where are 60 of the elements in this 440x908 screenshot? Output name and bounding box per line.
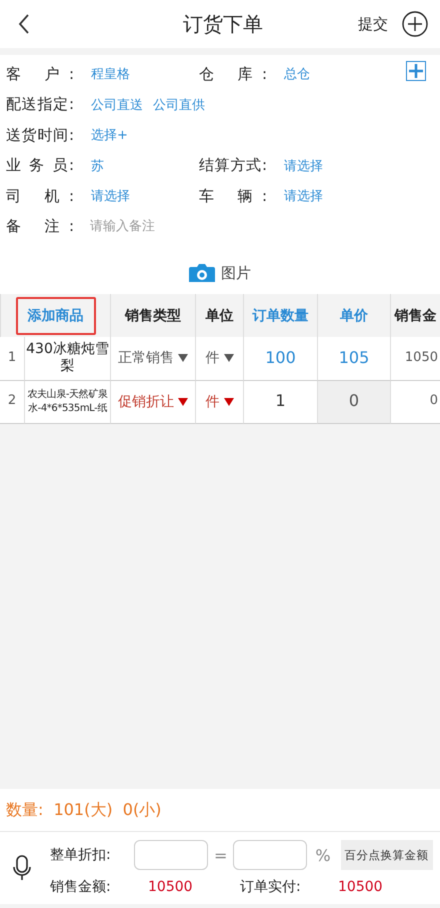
add-icon[interactable] (402, 11, 428, 37)
field-label: 配送指定: (6, 95, 74, 114)
column-header: 销售类型 (125, 306, 181, 324)
quantity-value[interactable]: 100 (265, 348, 296, 369)
sales-amount-value: 10500 (148, 879, 194, 895)
add-product-link[interactable]: 添加商品 (16, 296, 96, 334)
sales-amount-label: 销售金额: (50, 878, 112, 896)
submit-button[interactable]: 提交 (358, 14, 402, 34)
discount-amount-input[interactable] (134, 840, 208, 870)
column-header: 销售金 (394, 306, 436, 324)
page-title: 订货下单 (183, 10, 263, 38)
column-header: 单价 (340, 306, 368, 324)
field-label: 送货时间: (6, 126, 74, 145)
microphone-icon[interactable] (12, 855, 32, 881)
caret-icon (178, 354, 188, 362)
field-value[interactable]: 程皇格 (91, 65, 130, 84)
field-label: 车 辆: (199, 186, 267, 206)
discount-percent-input[interactable] (233, 840, 308, 870)
quantity-value[interactable]: 1 (275, 391, 286, 412)
amount-value: 1050 (404, 350, 438, 367)
option-link[interactable]: 公司直供 (153, 96, 205, 114)
paid-amount-value: 10500 (338, 879, 384, 895)
discount-label: 整单折扣: (50, 846, 112, 864)
camera-icon[interactable] (189, 262, 215, 284)
equals-sign: = (214, 846, 228, 864)
field-label: 业 务 员: (6, 156, 74, 176)
field-value[interactable]: 请选择 (284, 156, 323, 175)
field-label: 结算方式: (199, 156, 267, 176)
sale-type-select[interactable]: 正常销售 (118, 349, 188, 368)
percent-sign: % (315, 846, 331, 864)
field-label: 客 户: (6, 64, 74, 84)
field-label: 仓 库: (199, 64, 267, 84)
field-value[interactable]: 请选择 (284, 187, 323, 206)
column-header: 订单数量 (252, 306, 308, 324)
column-header: 单位 (206, 306, 234, 324)
product-name: 农夫山泉-天然矿泉水-4*6*535mL-纸 (26, 388, 108, 416)
row-number: 1 (8, 350, 16, 367)
price-value[interactable]: 0 (348, 391, 360, 412)
field-value[interactable]: 苏 (91, 156, 104, 175)
amount-value: 0 (430, 393, 438, 410)
back-icon[interactable] (18, 14, 30, 34)
convert-button[interactable]: 百分点换算金额 (340, 840, 433, 870)
field-label: 备 注: (6, 217, 74, 236)
field-label: 司 机: (6, 186, 74, 206)
row-number: 2 (8, 393, 16, 410)
quantity-summary: 数量: 101(大) 0(小) (6, 800, 162, 820)
paid-amount-label: 订单实付: (240, 878, 302, 896)
caret-icon (224, 354, 234, 362)
option-link[interactable]: 公司直送 (91, 96, 143, 114)
caret-icon (178, 398, 188, 406)
unit-select[interactable]: 件 (206, 392, 234, 411)
price-value[interactable]: 105 (338, 348, 370, 369)
field-value[interactable]: 总仓 (284, 65, 310, 84)
field-value[interactable]: 请选择 (91, 187, 130, 206)
product-name: 430冰糖炖雪梨 (26, 340, 109, 376)
field-value[interactable]: 选择+ (91, 126, 128, 144)
sale-type-select[interactable]: 促销折让 (118, 392, 188, 411)
unit-select[interactable]: 件 (206, 349, 234, 368)
photo-label[interactable]: 图片 (221, 264, 251, 282)
caret-icon (224, 398, 234, 406)
